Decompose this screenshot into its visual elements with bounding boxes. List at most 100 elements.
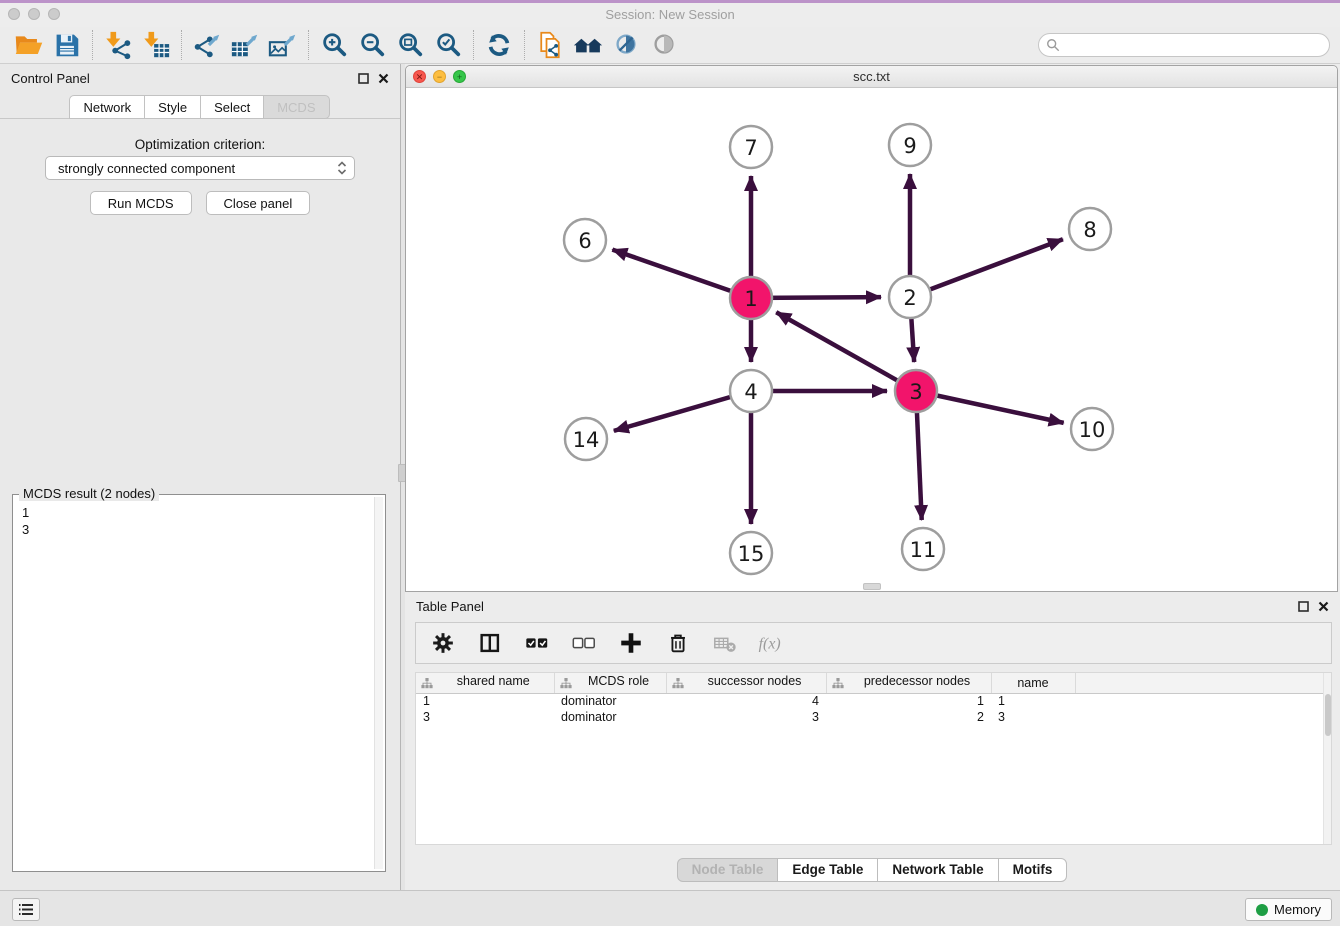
graph-node-label: 6 bbox=[578, 229, 591, 253]
duplicate-network-icon[interactable] bbox=[531, 29, 569, 62]
show-all-icon[interactable] bbox=[645, 29, 683, 62]
column-header[interactable]: shared name bbox=[416, 673, 554, 693]
graph-node-label: 14 bbox=[573, 428, 600, 452]
memory-button[interactable]: Memory bbox=[1245, 898, 1332, 921]
table-row[interactable]: 1dominator411 bbox=[416, 693, 1331, 709]
result-line: 3 bbox=[22, 521, 365, 538]
table-panel-title: Table Panel bbox=[416, 599, 484, 614]
float-panel-icon[interactable] bbox=[358, 73, 369, 84]
search-input[interactable] bbox=[1065, 38, 1322, 53]
network-canvas[interactable]: 7968124314101511 bbox=[406, 88, 1337, 591]
tab-edge-table[interactable]: Edge Table bbox=[777, 858, 878, 882]
delete-icon[interactable] bbox=[663, 628, 693, 658]
zoom-in-icon[interactable] bbox=[315, 29, 353, 62]
result-scrollbar[interactable] bbox=[374, 497, 383, 869]
minimize-window-icon[interactable] bbox=[28, 8, 40, 20]
open-session-icon[interactable] bbox=[10, 29, 48, 62]
table-cell[interactable]: 1 bbox=[991, 693, 1075, 709]
graph-node-label: 15 bbox=[738, 542, 765, 566]
close-panel-button[interactable]: Close panel bbox=[206, 191, 311, 215]
toolbar-separator bbox=[473, 30, 474, 60]
graph-node-label: 9 bbox=[903, 134, 916, 158]
table-panel-header: Table Panel bbox=[405, 592, 1340, 620]
search-icon bbox=[1046, 38, 1060, 52]
close-window-icon[interactable] bbox=[8, 8, 20, 20]
import-table-icon[interactable] bbox=[137, 29, 175, 62]
control-panel-tabs: Network Style Select MCDS bbox=[0, 95, 400, 119]
criterion-dropdown[interactable]: strongly connected component bbox=[45, 156, 355, 180]
graph-edge-2-8[interactable] bbox=[910, 239, 1063, 297]
memory-status-icon bbox=[1256, 904, 1268, 916]
select-all-icon[interactable] bbox=[522, 628, 552, 658]
toolbar-separator bbox=[308, 30, 309, 60]
column-header[interactable]: name bbox=[991, 673, 1075, 693]
table-cell[interactable]: dominator bbox=[554, 693, 666, 709]
svg-text:f(x): f(x) bbox=[759, 636, 781, 653]
delete-table-icon[interactable] bbox=[710, 628, 740, 658]
tab-mcds[interactable]: MCDS bbox=[263, 95, 329, 119]
tab-node-table[interactable]: Node Table bbox=[677, 858, 779, 882]
table-scrollbar[interactable] bbox=[1323, 673, 1331, 844]
status-bar: Memory bbox=[0, 890, 1340, 926]
zoom-out-icon[interactable] bbox=[353, 29, 391, 62]
mcds-result-text[interactable]: 13 bbox=[14, 496, 373, 870]
network-view-window: ✕ − + scc.txt 7968124314101511 bbox=[405, 65, 1338, 592]
table-cell[interactable]: 1 bbox=[416, 693, 554, 709]
export-image-icon[interactable] bbox=[264, 29, 302, 62]
table-cell[interactable]: dominator bbox=[554, 709, 666, 725]
close-table-panel-icon[interactable] bbox=[1318, 601, 1329, 612]
column-header[interactable]: successor nodes bbox=[666, 673, 826, 693]
close-panel-icon[interactable] bbox=[378, 73, 389, 84]
column-header[interactable]: MCDS role bbox=[554, 673, 666, 693]
table-cell[interactable]: 2 bbox=[826, 709, 991, 725]
refresh-icon[interactable] bbox=[480, 29, 518, 62]
mcds-result-box: MCDS result (2 nodes) 13 bbox=[12, 494, 386, 872]
export-table-icon[interactable] bbox=[226, 29, 264, 62]
close-view-icon[interactable]: ✕ bbox=[413, 70, 426, 83]
show-column-icon[interactable] bbox=[475, 628, 505, 658]
graph-node-label: 4 bbox=[744, 380, 757, 404]
zoom-selected-icon[interactable] bbox=[429, 29, 467, 62]
graph-node-label: 3 bbox=[909, 380, 922, 404]
node-table-container: shared nameMCDS rolesuccessor nodesprede… bbox=[415, 672, 1332, 845]
zoom-window-icon[interactable] bbox=[48, 8, 60, 20]
table-scrollbar-thumb[interactable] bbox=[1325, 694, 1331, 736]
function-builder-icon[interactable]: f(x) bbox=[757, 628, 787, 658]
gear-icon[interactable] bbox=[428, 628, 458, 658]
graph-node-label: 10 bbox=[1079, 418, 1106, 442]
hide-selected-icon[interactable] bbox=[607, 29, 645, 62]
export-network-icon[interactable] bbox=[188, 29, 226, 62]
column-header[interactable]: predecessor nodes bbox=[826, 673, 991, 693]
tab-network-table[interactable]: Network Table bbox=[877, 858, 998, 882]
table-row[interactable]: 3dominator323 bbox=[416, 709, 1331, 725]
float-table-panel-icon[interactable] bbox=[1298, 601, 1309, 612]
neighbors-icon[interactable] bbox=[569, 29, 607, 62]
tab-style[interactable]: Style bbox=[144, 95, 201, 119]
table-cell[interactable]: 1 bbox=[826, 693, 991, 709]
tab-network[interactable]: Network bbox=[69, 95, 145, 119]
table-cell[interactable]: 3 bbox=[666, 709, 826, 725]
import-network-icon[interactable] bbox=[99, 29, 137, 62]
table-cell[interactable]: 4 bbox=[666, 693, 826, 709]
table-cell[interactable]: 3 bbox=[416, 709, 554, 725]
zoom-fit-icon[interactable] bbox=[391, 29, 429, 62]
graph-edge-3-1[interactable] bbox=[776, 312, 916, 391]
window-titlebar: Session: New Session bbox=[0, 3, 1340, 27]
horizontal-splitter-grip[interactable] bbox=[863, 583, 881, 590]
run-mcds-button[interactable]: Run MCDS bbox=[90, 191, 192, 215]
maximize-view-icon[interactable]: + bbox=[453, 70, 466, 83]
main-toolbar bbox=[0, 27, 1340, 64]
chevron-updown-icon bbox=[336, 160, 348, 176]
minimize-view-icon[interactable]: − bbox=[433, 70, 446, 83]
table-cell[interactable]: 3 bbox=[991, 709, 1075, 725]
graph-node-label: 2 bbox=[903, 286, 916, 310]
save-session-icon[interactable] bbox=[48, 29, 86, 62]
tab-motifs[interactable]: Motifs bbox=[998, 858, 1068, 882]
tab-select[interactable]: Select bbox=[200, 95, 264, 119]
deselect-all-icon[interactable] bbox=[569, 628, 599, 658]
column-filler bbox=[1075, 673, 1331, 693]
control-panel: Control Panel Network Style Select MCDS … bbox=[0, 64, 401, 890]
task-history-button[interactable] bbox=[12, 898, 40, 921]
add-icon[interactable] bbox=[616, 628, 646, 658]
graph-edge-3-10[interactable] bbox=[916, 391, 1064, 423]
